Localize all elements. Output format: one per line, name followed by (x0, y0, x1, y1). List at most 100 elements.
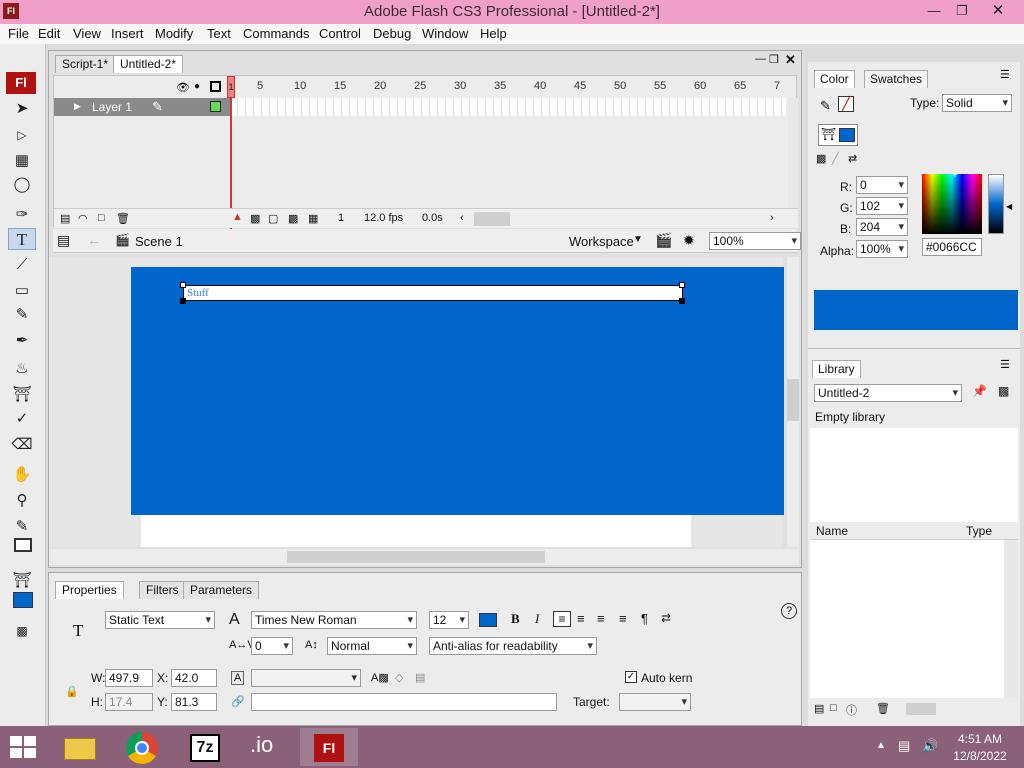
green-field[interactable]: 102 (856, 197, 908, 215)
doc-restore-icon[interactable]: ❐ (769, 53, 779, 66)
menu-insert[interactable]: Insert (111, 26, 144, 41)
antialias-select[interactable]: Anti-alias for readability (429, 637, 597, 655)
red-field[interactable]: 0 (856, 176, 908, 194)
paragraph-icon[interactable]: ¶ (641, 611, 648, 626)
library-vscroll[interactable] (1004, 540, 1018, 698)
color-spectrum[interactable] (922, 174, 982, 234)
help-icon[interactable]: ? (781, 603, 797, 619)
timeline-toggle-icon[interactable]: ▤ (57, 232, 70, 249)
tab-untitled-2[interactable]: Untitled-2* (113, 55, 184, 73)
lock-icon[interactable]: ● (194, 81, 200, 92)
onion-skin-icon[interactable]: ▩ (250, 212, 260, 225)
swap-colors-icon[interactable]: ▩ (8, 620, 36, 642)
scroll-right-icon[interactable]: › (770, 212, 774, 224)
brightness-arrow-icon[interactable]: ◀ (1006, 202, 1012, 211)
height-field[interactable]: 17.4 (105, 693, 153, 711)
menu-control[interactable]: Control (319, 26, 361, 41)
name-column-header[interactable]: Name (816, 524, 848, 538)
tab-swatches[interactable]: Swatches (864, 70, 929, 88)
tab-library[interactable]: Library (812, 360, 861, 378)
rectangle-tool-icon[interactable]: ▭ (8, 280, 36, 302)
brightness-slider[interactable] (988, 174, 1004, 234)
text-direction-icon[interactable]: ⇄ (661, 611, 671, 625)
library-menu-icon[interactable]: ☰ (1000, 358, 1010, 371)
brush-tool-icon[interactable]: ✒ (8, 330, 36, 352)
menu-commands[interactable]: Commands (243, 26, 309, 41)
font-size-field[interactable]: 12 (429, 611, 469, 629)
default-colors-icon[interactable]: ▩ (816, 152, 826, 165)
scroll-left-icon[interactable]: ‹ (460, 212, 464, 224)
zoom-tool-icon[interactable]: ⚲ (8, 490, 36, 512)
url-link-field[interactable] (251, 693, 557, 711)
text-color-swatch[interactable] (479, 613, 497, 627)
stroke-color-icon[interactable]: ✎ (8, 516, 36, 538)
type-column-header[interactable]: Type (966, 524, 992, 538)
panel-menu-icon[interactable]: ☰ (1000, 68, 1010, 81)
variable-icon[interactable]: ▤ (415, 671, 425, 684)
tab-parameters[interactable]: Parameters (183, 581, 260, 599)
new-library-icon[interactable]: ▩ (998, 384, 1009, 398)
delete-icon[interactable]: 🗑 (876, 702, 890, 715)
stage[interactable]: Stuff (131, 267, 784, 515)
chrome-icon[interactable] (116, 728, 168, 766)
pin-library-icon[interactable]: 📌 (972, 384, 987, 398)
text-handle[interactable] (679, 282, 685, 288)
layer-row[interactable]: ▶ Layer 1 ✎ (54, 98, 230, 116)
menu-modify[interactable]: Modify (155, 26, 193, 41)
timeline-vscroll[interactable] (788, 98, 798, 208)
italic-icon[interactable]: I (535, 611, 539, 627)
new-folder-icon[interactable]: □ (830, 702, 837, 714)
menu-window[interactable]: Window (422, 26, 468, 41)
character-position-select[interactable]: Normal (327, 637, 417, 655)
network-icon[interactable]: ▤ (898, 738, 910, 754)
insert-layer-icon[interactable]: ▤ (60, 212, 70, 225)
no-color-small-icon[interactable]: ╱ (832, 152, 839, 165)
tab-color[interactable]: Color (814, 70, 855, 88)
io-icon[interactable]: .io (240, 728, 292, 766)
text-handle[interactable] (679, 298, 685, 304)
render-html-icon[interactable]: A▩ (371, 671, 389, 684)
fill-type-select[interactable]: Solid (942, 94, 1012, 112)
swap-colors-icon[interactable]: ⇄ (848, 152, 857, 165)
show-hide-icon[interactable]: 👁 (176, 81, 190, 94)
stage-hscroll[interactable] (49, 549, 799, 565)
auto-kern-checkbox[interactable]: ✓ (625, 671, 637, 683)
tab-properties[interactable]: Properties (55, 581, 124, 599)
width-field[interactable]: 497.9 (105, 669, 153, 687)
show-hidden-icons-icon[interactable]: ▲ (876, 740, 886, 751)
align-center-icon[interactable]: ≡ (577, 611, 585, 626)
close-button[interactable]: ✕ (980, 0, 1016, 24)
scene-label[interactable]: Scene 1 (135, 234, 183, 249)
timeline-hscroll-thumb[interactable] (474, 212, 510, 226)
stage-hscroll-thumb[interactable] (287, 551, 545, 563)
stroke-swatch[interactable] (14, 538, 32, 552)
outline-icon[interactable] (210, 81, 221, 92)
no-color-icon[interactable]: ╱ (838, 96, 854, 112)
stroke-color-icon[interactable]: ✎ (820, 98, 831, 114)
hex-field[interactable]: #0066CC (922, 238, 982, 256)
edit-multiple-icon[interactable]: ▩ (288, 212, 298, 225)
properties-icon[interactable]: ⓘ (846, 702, 857, 718)
line-tool-icon[interactable]: ⟋ (8, 254, 36, 276)
motion-guide-icon[interactable]: ◠ (78, 212, 88, 225)
menu-help[interactable]: Help (480, 26, 507, 41)
blue-field[interactable]: 204 (856, 218, 908, 236)
eyedropper-tool-icon[interactable]: ✓ (8, 408, 36, 430)
stage-vscroll-thumb[interactable] (787, 379, 799, 421)
lasso-tool-icon[interactable]: ◯ (8, 174, 36, 196)
tab-filters[interactable]: Filters (139, 581, 186, 599)
file-explorer-icon[interactable] (54, 728, 106, 766)
fill-selector[interactable]: ⛩ (818, 124, 858, 146)
restore-button[interactable]: ❐ (944, 0, 980, 24)
letter-spacing-field[interactable]: 0 (251, 637, 293, 655)
workspace-dropdown-icon[interactable]: ▼ (633, 234, 643, 245)
static-text-field[interactable]: Stuff (183, 285, 683, 301)
hand-tool-icon[interactable]: ✋ (8, 464, 36, 486)
onion-outline-icon[interactable]: ▢ (268, 212, 278, 225)
clock-date[interactable]: 12/8/2022 (940, 749, 1020, 763)
doc-minimize-icon[interactable]: — (755, 53, 766, 65)
pen-tool-icon[interactable]: ✑ (8, 204, 36, 226)
align-right-icon[interactable]: ≡ (597, 611, 605, 626)
clock-time[interactable]: 4:51 AM (940, 732, 1020, 746)
target-select[interactable] (619, 693, 691, 711)
